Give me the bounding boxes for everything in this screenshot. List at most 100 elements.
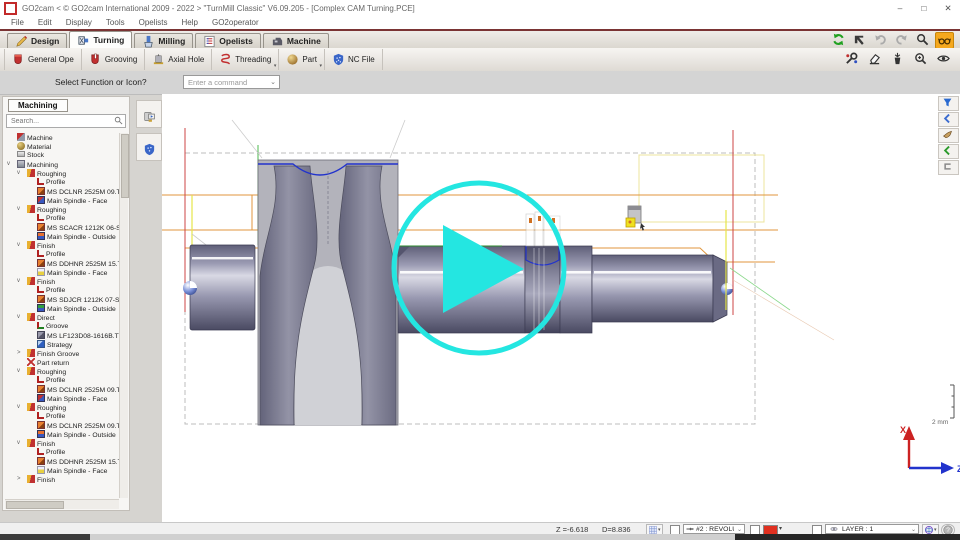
tree-item-main-spindle-outside[interactable]: Main Spindle - Outside (5, 430, 119, 439)
tab-machining[interactable]: Machining (8, 99, 68, 112)
tree-item-finish[interactable]: >Finish (5, 475, 119, 484)
tree-item-profile[interactable]: Profile (5, 376, 119, 385)
menu-display[interactable]: Display (59, 18, 99, 27)
cad-viewport[interactable]: 2 mm X Z (162, 94, 960, 522)
tree-item-ms-lf123d08-1616b-t01[interactable]: MS LF123D08-1616B.T01 (5, 331, 119, 340)
tree-item-material[interactable]: Material (5, 142, 119, 151)
measure-hand-button[interactable] (938, 128, 959, 143)
layer-combobox[interactable]: LAYER : 1 ⌄ (825, 524, 919, 534)
tree-item-roughing[interactable]: vRoughing (5, 403, 119, 412)
ribbon-button-part[interactable]: Part▾ (279, 49, 325, 70)
tab-machine[interactable]: Machine (263, 33, 329, 48)
tree-item-direct[interactable]: vDirect (5, 313, 119, 322)
collapse-arrow-icon[interactable]: v (17, 313, 20, 322)
tree-item-ms-dclnr-2525m-09-t00[interactable]: MS DCLNR 2525M 09.T00 (5, 421, 119, 430)
tree-item-finish[interactable]: vFinish (5, 439, 119, 448)
spindle-combobox[interactable]: #2 : REVOLUTION ⌄ (683, 524, 745, 534)
video-progress-bar[interactable] (0, 534, 960, 540)
scrollbar-thumb[interactable] (121, 134, 129, 198)
tree-item-main-spindle-face[interactable]: Main Spindle - Face (5, 466, 119, 475)
tree-item-ms-scacr-1212k-06-s-t0[interactable]: MS SCACR 1212K 06-S.T0 (5, 223, 119, 232)
tab-design[interactable]: Design (7, 33, 67, 48)
close-button[interactable]: ✕ (936, 0, 960, 16)
tree-item-roughing[interactable]: vRoughing (5, 169, 119, 178)
tab-turning[interactable]: Turning (69, 31, 132, 48)
tree-item-profile[interactable]: Profile (5, 286, 119, 295)
caliper-button[interactable] (851, 32, 868, 47)
menu-opelists[interactable]: Opelists (132, 18, 175, 27)
tab-opelists[interactable]: Opelists (195, 33, 261, 48)
ribbon-button-axial-hole[interactable]: Axial Hole (145, 49, 212, 70)
tree-item-main-spindle-outside[interactable]: Main Spindle - Outside (5, 304, 119, 313)
tree-vertical-scrollbar[interactable] (119, 133, 128, 498)
tree-item-finish[interactable]: vFinish (5, 241, 119, 250)
menu-tools[interactable]: Tools (99, 18, 132, 27)
machining-tools-button[interactable] (843, 51, 860, 66)
tree-item-machine[interactable]: Machine (5, 133, 119, 142)
tree-item-part-return[interactable]: Part return (5, 358, 119, 367)
filter-funnel-button[interactable] (938, 96, 959, 111)
tree-item-finish[interactable]: vFinish (5, 277, 119, 286)
maximize-button[interactable]: □ (912, 0, 936, 16)
sync-arrows-button[interactable] (830, 32, 847, 47)
tree-item-machining[interactable]: vMachining (5, 160, 119, 169)
ribbon-button-nc-file[interactable]: NC File (325, 49, 383, 70)
tree-item-ms-ddhnr-2525m-15-t00[interactable]: MS DDHNR 2525M 15.T00 (5, 457, 119, 466)
glasses-button[interactable] (935, 32, 954, 49)
tree-item-main-spindle-face[interactable]: Main Spindle - Face (5, 268, 119, 277)
collapse-arrow-icon[interactable]: v (7, 160, 10, 169)
tree-item-ms-ddhnr-2525m-15-t00[interactable]: MS DDHNR 2525M 15.T00 (5, 259, 119, 268)
collapse-arrow-icon[interactable]: v (17, 205, 20, 214)
tree-item-ms-dclnr-2525m-09-t00[interactable]: MS DCLNR 2525M 09.T00 (5, 385, 119, 394)
search-input[interactable] (9, 115, 113, 127)
redo-arrow-button[interactable] (893, 32, 910, 47)
tab-milling[interactable]: Milling (134, 33, 193, 48)
ribbon-button-threading[interactable]: Threading▾ (212, 49, 279, 70)
menu-help[interactable]: Help (175, 18, 205, 27)
tree-item-profile[interactable]: Profile (5, 412, 119, 421)
tree-item-profile[interactable]: Profile (5, 178, 119, 187)
undo-arrow-button[interactable] (872, 32, 889, 47)
tree-item-main-spindle-face[interactable]: Main Spindle - Face (5, 196, 119, 205)
tree-item-main-spindle-face[interactable]: Main Spindle - Face (5, 394, 119, 403)
chevron-left-green-button[interactable] (938, 144, 959, 159)
tree-search-box[interactable] (6, 114, 126, 128)
minimize-button[interactable]: – (888, 0, 912, 16)
tree-item-profile[interactable]: Profile (5, 214, 119, 223)
collapse-arrow-icon[interactable]: v (17, 241, 20, 250)
eraser-button[interactable] (866, 51, 883, 66)
tree-item-main-spindle-outside[interactable]: Main Spindle - Outside (5, 232, 119, 241)
menu-edit[interactable]: Edit (31, 18, 59, 27)
ribbon-button-grooving[interactable]: Grooving (82, 49, 145, 70)
clean-brush-button[interactable] (889, 51, 906, 66)
tree-item-profile[interactable]: Profile (5, 448, 119, 457)
dropdown-arrow-icon[interactable]: ▾ (274, 63, 277, 69)
tree-item-stock[interactable]: Stock (5, 151, 119, 160)
simulation-button[interactable] (136, 100, 162, 128)
collapse-arrow-icon[interactable]: v (17, 277, 20, 286)
collapse-arrow-icon[interactable]: v (17, 439, 20, 448)
tree-item-roughing[interactable]: vRoughing (5, 367, 119, 376)
tree-item-strategy[interactable]: Strategy (5, 340, 119, 349)
command-combobox[interactable]: Enter a command ⌄ (183, 75, 280, 89)
clamp-button[interactable] (938, 160, 959, 175)
zoom-window-button[interactable] (912, 51, 929, 66)
menu-file[interactable]: File (4, 18, 31, 27)
collapse-arrow-icon[interactable]: v (17, 169, 20, 178)
nc-shield-small-button[interactable] (136, 133, 162, 161)
color-dropdown-arrow[interactable]: ▾ (779, 525, 782, 532)
menu-go2operator[interactable]: GO2operator (205, 18, 266, 27)
collapse-arrow-icon[interactable]: v (17, 367, 20, 376)
expand-arrow-icon[interactable]: > (17, 349, 21, 358)
tree-horizontal-scrollbar[interactable] (5, 499, 119, 509)
tree-item-finish-groove[interactable]: >Finish Groove (5, 349, 119, 358)
chevron-left-blue-button[interactable] (938, 112, 959, 127)
tree-item-roughing[interactable]: vRoughing (5, 205, 119, 214)
collapse-arrow-icon[interactable]: v (17, 403, 20, 412)
dropdown-arrow-icon[interactable]: ▾ (319, 63, 322, 69)
ribbon-button-general-ope[interactable]: General Ope (4, 49, 82, 70)
scrollbar-thumb[interactable] (6, 501, 64, 509)
expand-arrow-icon[interactable]: > (17, 475, 21, 484)
tree-item-profile[interactable]: Profile (5, 250, 119, 259)
tree-item-ms-sdjcr-1212k-07-s-t0[interactable]: MS SDJCR 1212K 07-S.T0 (5, 295, 119, 304)
